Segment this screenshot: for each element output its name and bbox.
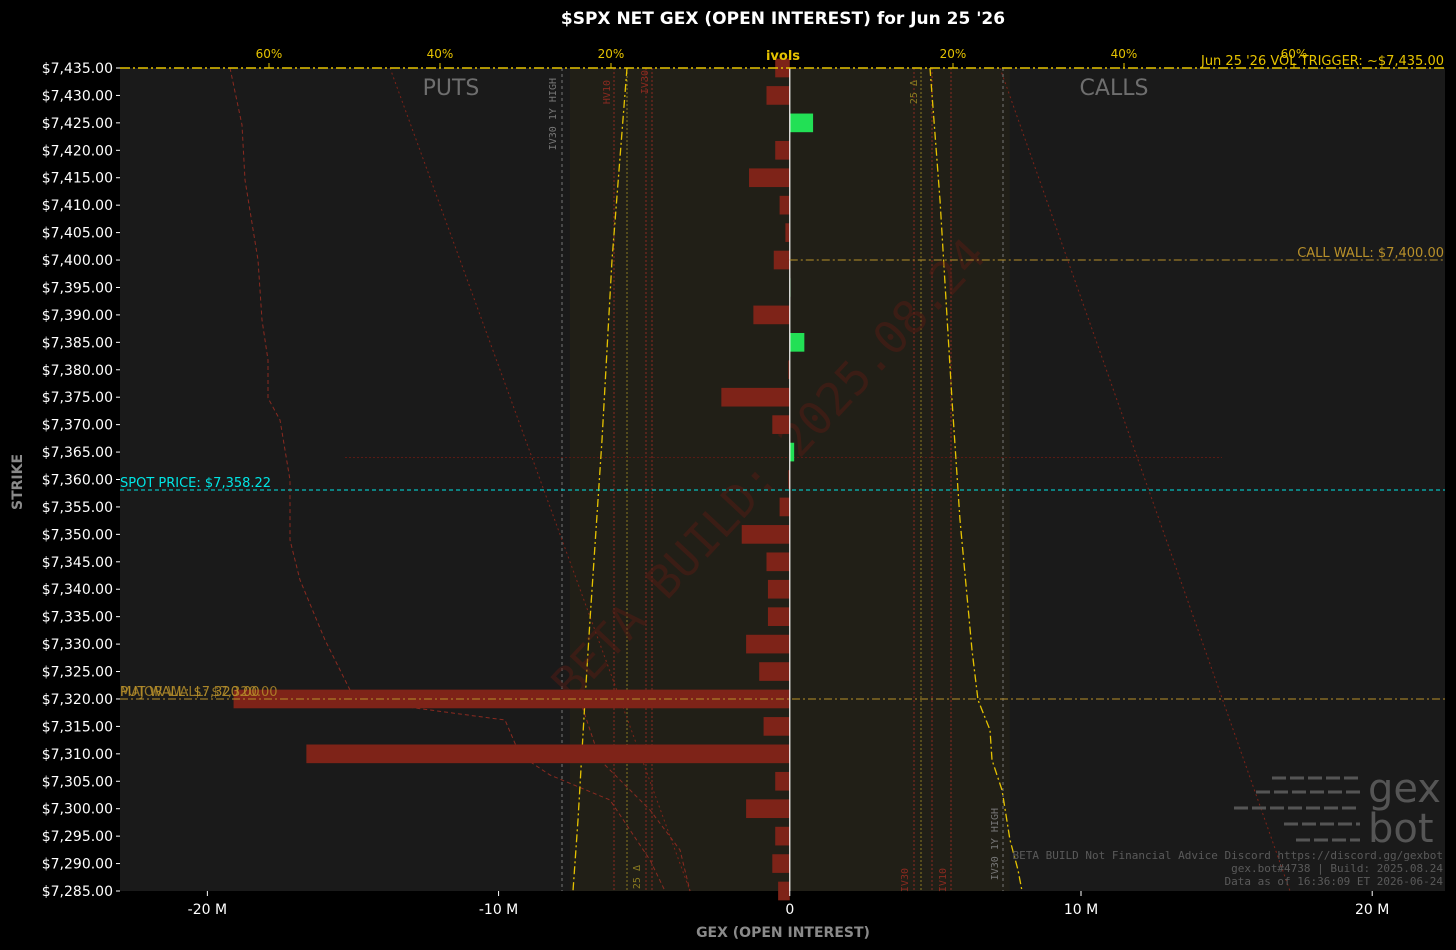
bar-7325 (759, 662, 790, 681)
bar-7415 (749, 168, 790, 188)
x-tick-label-1: -10 M (479, 902, 518, 918)
y-tick-label-6: $7,405.00 (42, 226, 113, 242)
bar-7430 (766, 86, 790, 105)
major-wall-label: MAJOR WALL: $7,320.00 (120, 685, 278, 700)
bar-7365 (789, 442, 795, 462)
bar-7315 (763, 717, 790, 736)
y-tick-label-19: $7,340.00 (42, 582, 113, 598)
bar-7425 (789, 113, 814, 133)
bar-7300 (746, 799, 790, 819)
bar-7295 (775, 826, 790, 846)
y-tick-label-12: $7,375.00 (42, 390, 113, 406)
bar-7345 (766, 552, 790, 572)
footer-line-2: Data as of 16:36:09 ET 2026-06-24 (1224, 875, 1443, 888)
x-tick-label-0: -20 M (188, 902, 227, 918)
y-tick-label-18: $7,345.00 (42, 555, 113, 571)
bar-7285 (778, 881, 790, 901)
bar-7355 (779, 497, 790, 517)
y-tick-label-30: $7,285.00 (42, 884, 113, 900)
bar-7405 (785, 223, 790, 242)
y-tick-label-23: $7,320.00 (42, 692, 113, 708)
footer-line-1: gex.bot#4738 | Build: 2025.08.24 (1231, 862, 1443, 875)
y-tick-label-9: $7,390.00 (42, 308, 113, 324)
y-tick-label-11: $7,380.00 (42, 363, 113, 379)
ivol-tick-right-1: 40% (1111, 47, 1138, 61)
y-tick-label-4: $7,415.00 (42, 171, 113, 187)
bar-7290 (772, 854, 790, 873)
y-tick-label-17: $7,350.00 (42, 527, 113, 543)
y-tick-label-5: $7,410.00 (42, 198, 113, 214)
bar-7420 (775, 140, 790, 160)
y-tick-label-0: $7,435.00 (42, 61, 113, 77)
ivol-tick-left-0: 60% (256, 47, 283, 61)
y-tick-label-26: $7,305.00 (42, 774, 113, 790)
ivol-tick-left-2: 20% (598, 47, 625, 61)
vertical-label-0: IV30 1Y HIGH (548, 78, 559, 150)
y-tick-label-28: $7,295.00 (42, 829, 113, 845)
vertical-label-6: IV10 (938, 868, 949, 892)
gex-chart: IV30 1Y HIGH HV10 IV30 25 Δ 25 Δ IV30 IV10 IV30… (0, 0, 1456, 950)
bar-7400 (773, 250, 790, 270)
y-tick-label-25: $7,310.00 (42, 747, 113, 763)
ivol-tick-left-1: 40% (427, 47, 454, 61)
y-tick-label-8: $7,395.00 (42, 280, 113, 296)
bar-7330 (746, 634, 790, 654)
vertical-label-3: 25 Δ (632, 865, 643, 889)
bar-7335 (767, 607, 790, 626)
y-tick-label-13: $7,370.00 (42, 418, 113, 434)
y-tick-label-27: $7,300.00 (42, 802, 113, 818)
logo-text-bottom: bot (1368, 806, 1434, 852)
y-tick-label-10: $7,385.00 (42, 335, 113, 351)
ivol-tick-right-0: 20% (940, 47, 967, 61)
y-tick-label-16: $7,355.00 (42, 500, 113, 516)
bar-7385 (789, 333, 805, 352)
vertical-label-7: IV30 1Y HIGH (990, 808, 1001, 880)
bar-7375 (721, 387, 790, 407)
vertical-label-5: IV30 (900, 868, 911, 892)
y-tick-label-22: $7,325.00 (42, 665, 113, 681)
bar-7350 (741, 525, 790, 544)
bar-7305 (775, 771, 790, 791)
ivol-tick-right-2: 60% (1281, 47, 1308, 61)
y-tick-label-24: $7,315.00 (42, 719, 113, 735)
bar-7390 (753, 305, 790, 325)
y-tick-label-14: $7,365.00 (42, 445, 113, 461)
x-axis-label: GEX (OPEN INTEREST) (696, 925, 870, 941)
y-tick-label-20: $7,335.00 (42, 610, 113, 626)
y-tick-label-15: $7,360.00 (42, 473, 113, 489)
chart-title: $SPX NET GEX (OPEN INTEREST) for Jun 25 … (561, 9, 1005, 29)
y-tick-label-29: $7,290.00 (42, 857, 113, 873)
bar-7310 (306, 744, 790, 764)
y-tick-label-21: $7,330.00 (42, 637, 113, 653)
y-axis-label: STRIKE (10, 454, 26, 510)
vertical-label-2: IV30 (640, 70, 651, 94)
spot-price-label: SPOT PRICE: $7,358.22 (120, 476, 271, 491)
puts-label: PUTS (423, 76, 480, 101)
x-tick-label-3: 10 M (1064, 902, 1098, 918)
vertical-label-1: HV10 (602, 80, 613, 104)
x-tick-label-4: 20 M (1355, 902, 1389, 918)
y-tick-label-1: $7,430.00 (42, 88, 113, 104)
calls-label: CALLS (1080, 76, 1149, 101)
y-tick-label-7: $7,400.00 (42, 253, 113, 269)
vertical-label-4: 25 Δ (909, 80, 920, 104)
bar-7340 (767, 579, 790, 599)
bar-7370 (772, 415, 790, 434)
y-tick-label-2: $7,425.00 (42, 116, 113, 132)
bar-7410 (779, 195, 790, 215)
footer-line-0: BETA BUILD Not Financial Advice Discord … (1013, 849, 1443, 862)
call-wall-label: CALL WALL: $7,400.00 (1297, 246, 1444, 261)
ivols-label: ivols (766, 49, 800, 64)
y-tick-label-3: $7,420.00 (42, 143, 113, 159)
x-tick-label-2: 0 (785, 902, 794, 918)
vol-trigger-label: Jun 25 '26 VOL TRIGGER: ~$7,435.00 (1200, 54, 1444, 69)
